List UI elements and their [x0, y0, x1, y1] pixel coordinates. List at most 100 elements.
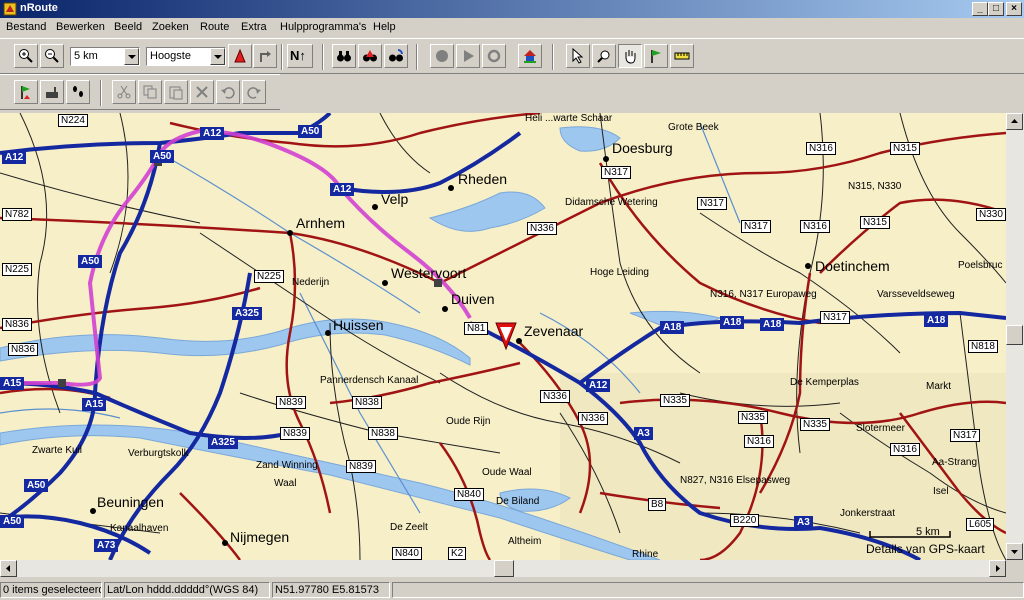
maximize-button[interactable]: □ — [988, 2, 1004, 16]
menu-zoeken[interactable]: Zoeken — [152, 21, 189, 33]
place-label: Poelsbruc — [958, 260, 1003, 271]
pointer-icon — [572, 48, 584, 64]
road-label: N839 — [276, 396, 306, 409]
home-button[interactable] — [518, 44, 542, 68]
status-coordinates: N51.97780 E5.81573 — [272, 582, 390, 598]
road-label: N317 — [601, 166, 631, 179]
scroll-left-button[interactable] — [0, 560, 17, 577]
road-label: N838 — [368, 427, 398, 440]
repeat-icon — [487, 49, 501, 63]
track-up-button[interactable] — [228, 44, 252, 68]
road-label: A18 — [660, 321, 685, 334]
road-label: N336 — [578, 412, 608, 425]
vertical-scroll-thumb[interactable] — [1006, 325, 1023, 345]
turn-button[interactable] — [253, 44, 277, 68]
status-bar: 0 items geselecteerd Lat/Lon hddd.ddddd°… — [0, 580, 1024, 600]
ruler-icon — [674, 52, 690, 60]
city-label: Doetinchem — [815, 258, 890, 274]
place-label: Aa-Strang — [932, 457, 978, 468]
minimize-button[interactable]: _ — [972, 2, 988, 16]
place-label: Hoge Leiding — [590, 267, 649, 278]
repeat-button[interactable] — [482, 44, 506, 68]
zoom-out-button[interactable] — [40, 44, 64, 68]
arrow-down-icon — [1011, 550, 1018, 554]
place-label: Zand Winning — [256, 460, 318, 471]
road-label: N316 — [744, 435, 774, 448]
place-label: N316, N317 Europaweg — [710, 289, 817, 300]
menu-bar: Bestand Bewerken Beeld Zoeken Route Extr… — [0, 18, 1024, 38]
track-button[interactable] — [66, 80, 90, 104]
cut-button[interactable] — [112, 80, 136, 104]
zoom-level-select[interactable]: 5 km — [70, 47, 140, 66]
menu-extra[interactable]: Extra — [241, 21, 267, 33]
north-up-button[interactable]: N↑ — [287, 44, 313, 68]
horizontal-scroll-thumb[interactable] — [494, 560, 514, 577]
road-label: N225 — [254, 270, 284, 283]
chevron-down-icon[interactable] — [124, 48, 139, 65]
road-label: N836 — [2, 318, 32, 331]
zoom-in-icon — [19, 49, 33, 63]
find-button[interactable] — [332, 44, 356, 68]
horizontal-scrollbar[interactable] — [0, 560, 1006, 577]
road-label: A15 — [0, 377, 25, 390]
scroll-down-button[interactable] — [1006, 543, 1023, 560]
road-label: N838 — [352, 396, 382, 409]
road-label: N335 — [738, 411, 768, 424]
find-nearby-button[interactable] — [384, 44, 408, 68]
paste-icon — [169, 86, 183, 100]
menu-beeld[interactable]: Beeld — [114, 21, 142, 33]
vertical-scrollbar[interactable] — [1006, 113, 1024, 560]
gps-device-button[interactable] — [40, 80, 64, 104]
city-label: Westervoort — [391, 265, 467, 281]
road-label: N840 — [392, 547, 422, 560]
chevron-down-icon[interactable] — [210, 48, 225, 65]
menu-bestand[interactable]: Bestand — [6, 21, 46, 33]
road-label: A12 — [330, 183, 355, 196]
scroll-right-button[interactable] — [989, 560, 1006, 577]
map-view[interactable]: N224 A12 A50 A12 A50 A12 N782 A50 N225 N… — [0, 113, 1006, 560]
toolbar-separator — [552, 44, 554, 70]
binoculars-icon — [337, 51, 351, 62]
menu-route[interactable]: Route — [200, 21, 229, 33]
city-label: Rheden — [458, 171, 508, 187]
menu-bewerken[interactable]: Bewerken — [56, 21, 105, 33]
zoom-tool-button[interactable] — [592, 44, 616, 68]
north-up-label: N↑ — [290, 48, 306, 63]
redo-icon — [247, 87, 261, 99]
arrow-right-icon — [996, 565, 1000, 572]
copy-button[interactable] — [138, 80, 162, 104]
new-waypoint-button[interactable] — [14, 80, 38, 104]
place-label: Waal — [274, 478, 297, 489]
measure-tool-button[interactable] — [670, 44, 694, 68]
place-label: Rhine — [632, 549, 659, 560]
record-icon — [436, 50, 448, 62]
road-label: N315 — [890, 142, 920, 155]
window-title: nRoute — [20, 2, 58, 14]
find-route-button[interactable] — [358, 44, 382, 68]
copy-icon — [143, 85, 157, 99]
undo-button[interactable] — [216, 80, 240, 104]
road-label: A50 — [24, 479, 49, 492]
close-button[interactable]: × — [1006, 2, 1022, 16]
pan-tool-button[interactable] — [618, 44, 642, 68]
toolbar-separator — [100, 80, 102, 106]
play-button[interactable] — [456, 44, 480, 68]
menu-hulpprogrammas[interactable]: Hulpprogramma's — [280, 21, 366, 33]
record-button[interactable] — [430, 44, 454, 68]
detail-level-select[interactable]: Hoogste — [146, 47, 226, 66]
delete-button[interactable] — [190, 80, 214, 104]
waypoint-tool-button[interactable] — [644, 44, 668, 68]
paste-button[interactable] — [164, 80, 188, 104]
road-label: N839 — [280, 427, 310, 440]
select-tool-button[interactable] — [566, 44, 590, 68]
road-label: A325 — [232, 307, 262, 320]
road-label: N335 — [800, 418, 830, 431]
turn-arrow-icon — [260, 51, 271, 62]
road-label: N316 — [806, 142, 836, 155]
zoom-in-button[interactable] — [14, 44, 38, 68]
city-label: Arnhem — [296, 215, 346, 231]
redo-button[interactable] — [242, 80, 266, 104]
scroll-up-button[interactable] — [1006, 113, 1023, 130]
road-label: N316 — [890, 443, 920, 456]
menu-help[interactable]: Help — [373, 21, 396, 33]
